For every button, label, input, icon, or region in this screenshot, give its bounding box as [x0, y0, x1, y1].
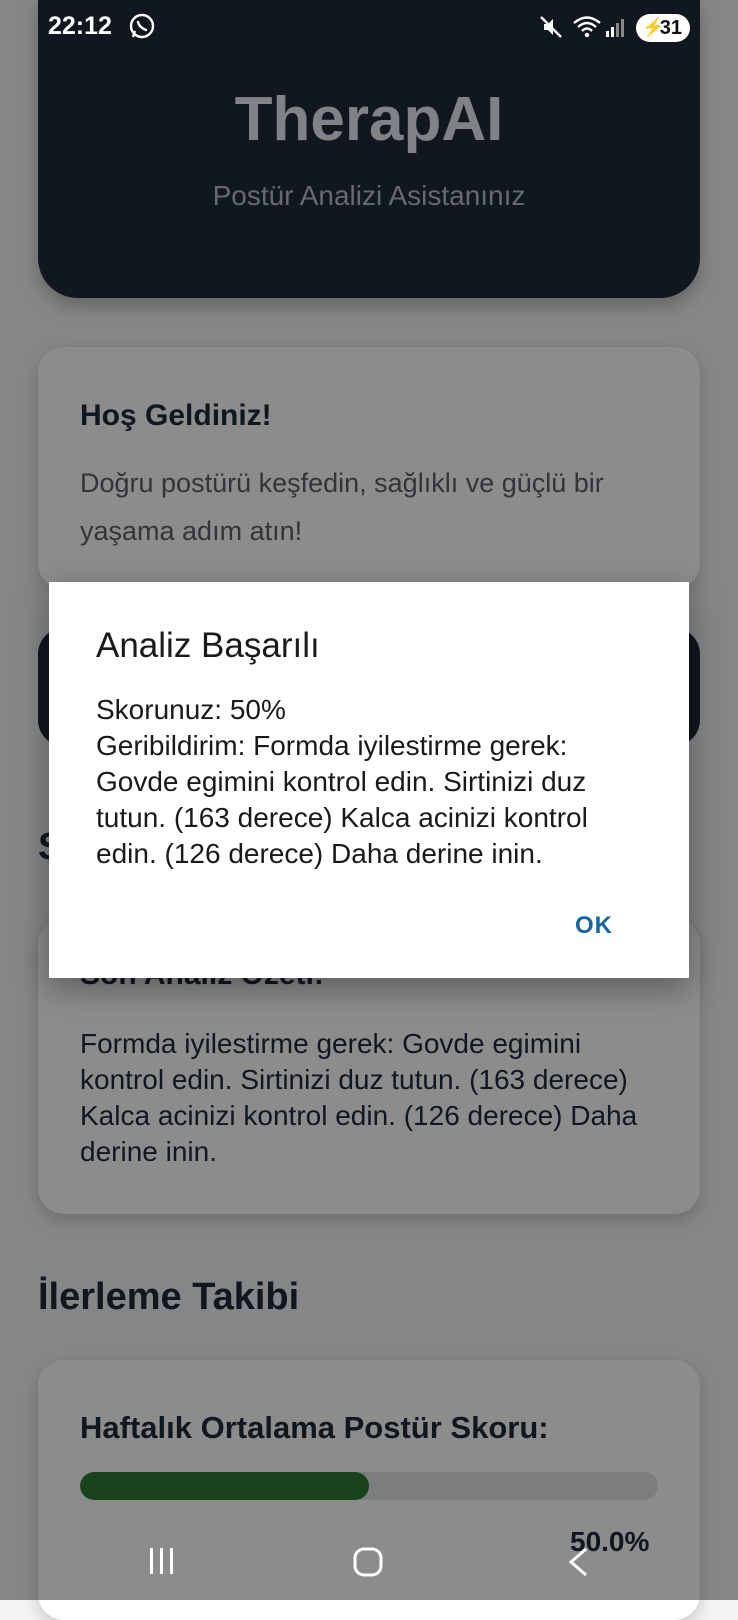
system-nav-bar: [0, 1516, 738, 1600]
dialog-title: Analiz Başarılı: [96, 626, 320, 665]
ok-button[interactable]: OK: [575, 912, 613, 940]
mute-icon: [540, 16, 562, 38]
charging-icon: ⚡: [642, 17, 665, 37]
recent-apps-icon[interactable]: [146, 1546, 178, 1576]
wifi-icon: [573, 16, 601, 38]
status-time: 22:12: [48, 12, 112, 40]
home-icon[interactable]: [352, 1546, 384, 1578]
dialog-feedback: Geribildirim: Formda iyilestirme gerek: …: [96, 730, 588, 869]
status-bar: 22:12 ⚡ 31: [0, 0, 738, 56]
dialog-body: Skorunuz: 50% Geribildirim: Formda iyile…: [96, 692, 656, 872]
back-icon[interactable]: [566, 1546, 590, 1578]
whatsapp-icon: [129, 13, 155, 39]
battery-icon: ⚡ 31: [636, 14, 690, 42]
signal-icon: [606, 19, 624, 37]
analysis-result-dialog: Analiz Başarılı Skorunuz: 50% Geribildir…: [49, 582, 689, 978]
dialog-score: Skorunuz: 50%: [96, 694, 286, 725]
